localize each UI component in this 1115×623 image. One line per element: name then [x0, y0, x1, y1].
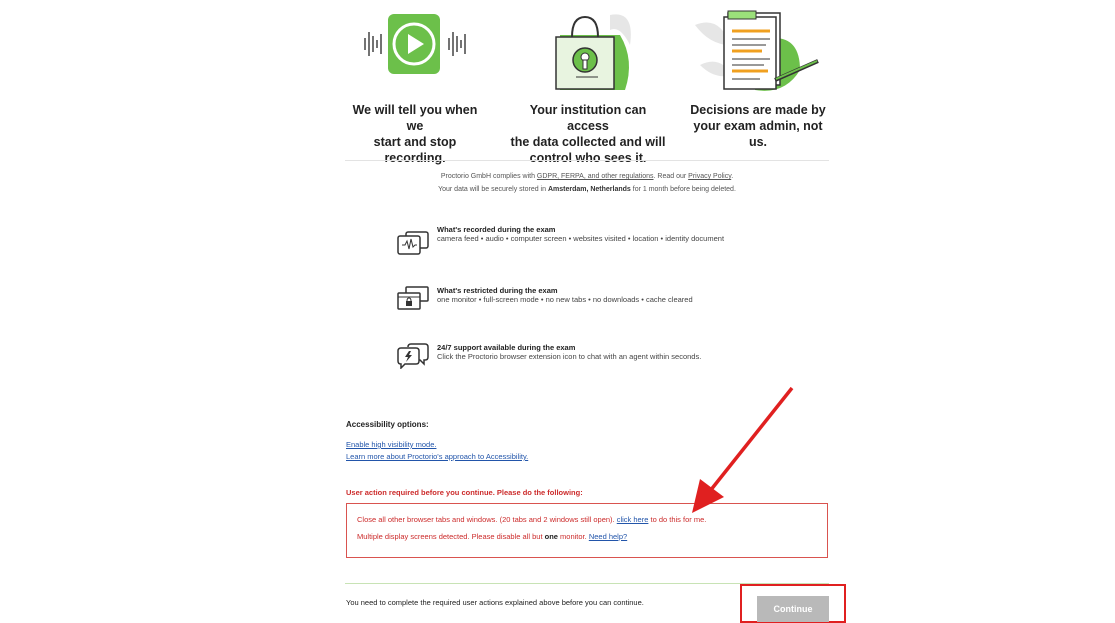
- play-recording-icon: [364, 14, 466, 74]
- annotation-arrow-icon: [692, 386, 794, 513]
- feature-line: Decisions are made by: [690, 103, 826, 117]
- requirement-item: Multiple display screens detected. Pleas…: [357, 532, 627, 541]
- feature-line: your exam admin, not us.: [693, 119, 823, 149]
- privacy-policy-link[interactable]: Privacy Policy: [688, 173, 731, 180]
- requirements-heading: User action required before you continue…: [346, 488, 583, 497]
- compliance-text: Proctorio GmbH complies with GDPR, FERPA…: [345, 170, 829, 196]
- requirement-item: Close all other browser tabs and windows…: [357, 515, 706, 524]
- info-title: What's recorded during the exam: [437, 225, 556, 234]
- feature-line: We will tell you when we: [352, 103, 478, 133]
- requirement-text: Close all other browser tabs and windows…: [357, 515, 617, 524]
- accessibility-heading: Accessibility options:: [346, 420, 429, 429]
- info-title: 24/7 support available during the exam: [437, 343, 576, 352]
- info-desc: one monitor • full-screen mode • no new …: [437, 295, 693, 304]
- locked-windows-icon: [397, 286, 429, 310]
- requirement-text: Multiple display screens detected. Pleas…: [357, 532, 545, 541]
- feature-line: start and stop recording.: [373, 135, 457, 165]
- info-desc: camera feed • audio • computer screen • …: [437, 234, 725, 243]
- requirement-bold: one: [544, 532, 558, 541]
- footer-text: You need to complete the required user a…: [346, 598, 644, 607]
- requirement-text: monitor.: [557, 532, 589, 541]
- need-help-link[interactable]: Need help?: [589, 532, 627, 541]
- info-title: What's restricted during the exam: [437, 286, 558, 295]
- regulations-link[interactable]: GDPR, FERPA, and other regulations: [537, 173, 654, 180]
- click-here-link[interactable]: click here: [617, 515, 649, 524]
- feature-line: the data collected and will: [510, 135, 666, 149]
- high-visibility-link[interactable]: Enable high visibility mode.: [346, 440, 436, 449]
- continue-button[interactable]: Continue: [757, 596, 829, 622]
- chat-support-icon: [397, 343, 429, 369]
- compliance-mid: . Read our: [653, 173, 689, 180]
- compliance-prefix: Proctorio GmbH complies with: [440, 173, 537, 180]
- feature-line: Your institution can access: [529, 103, 647, 133]
- divider: [345, 160, 829, 161]
- document-icon: [695, 10, 819, 91]
- accessibility-approach-link[interactable]: Learn more about Proctorio's approach to…: [346, 452, 528, 461]
- info-desc: Click the Proctorio browser extension ic…: [437, 352, 702, 361]
- storage-suffix: for 1 month before being deleted.: [630, 186, 736, 193]
- recording-waveform-icon: [397, 231, 429, 255]
- compliance-end: .: [731, 173, 734, 180]
- lock-bag-icon: [555, 14, 631, 90]
- storage-prefix: Your data will be securely stored in: [438, 186, 548, 193]
- feature-line: control who sees it.: [529, 151, 647, 165]
- storage-location: Amsterdam, Netherlands: [547, 186, 631, 193]
